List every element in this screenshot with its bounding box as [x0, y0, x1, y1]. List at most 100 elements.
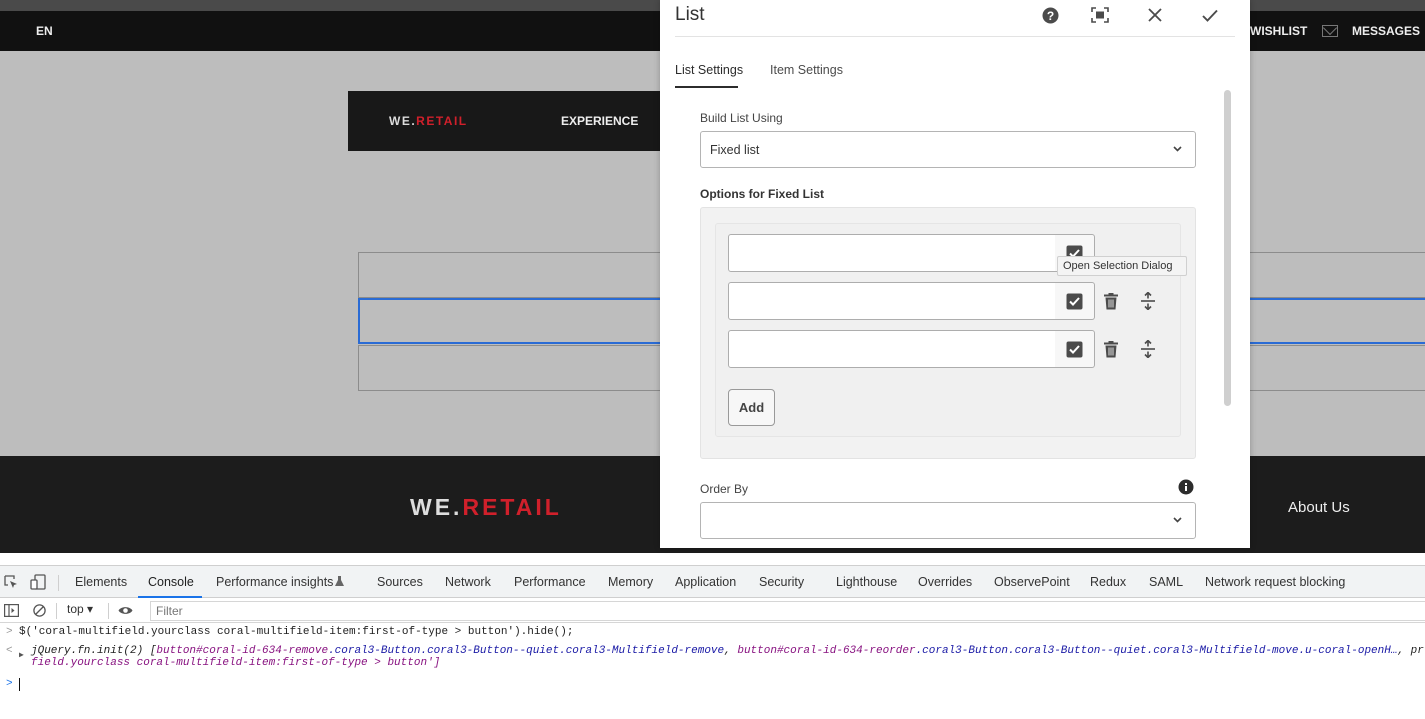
- order-by-select[interactable]: [700, 502, 1196, 539]
- wishlist-link[interactable]: WISHLIST: [1250, 24, 1307, 38]
- remove-item-button[interactable]: [1100, 338, 1122, 360]
- language-link[interactable]: EN: [36, 24, 53, 38]
- dialog-scrollbar[interactable]: [1224, 90, 1231, 406]
- move-icon: [1141, 292, 1155, 310]
- tab-elements[interactable]: Elements: [75, 575, 127, 589]
- site-logo[interactable]: WE.RETAIL: [389, 114, 468, 128]
- chevron-down-icon: [1173, 517, 1182, 523]
- checkmark-icon: [1202, 9, 1218, 22]
- output-class-2: .coral3-Button.coral3-Button--quiet.cora…: [915, 645, 1398, 657]
- output-class-1: .coral3-Button.coral3-Button--quiet.cora…: [328, 645, 725, 657]
- active-devtools-tab-indicator: [138, 596, 202, 598]
- input-prompt-icon: >: [6, 626, 13, 638]
- site-navbar: WE.RETAIL EXPERIENCE: [348, 91, 668, 151]
- logo-we: WE.: [389, 114, 417, 128]
- open-selection-button[interactable]: [1055, 282, 1095, 320]
- context-value: top: [67, 602, 84, 616]
- fixed-list-options: Add: [700, 207, 1196, 459]
- console-prompt-icon: >: [6, 678, 13, 690]
- reorder-item-button[interactable]: [1137, 290, 1159, 312]
- tab-saml[interactable]: SAML: [1149, 575, 1183, 589]
- svg-text:?: ?: [1046, 9, 1053, 23]
- nav-experience-link[interactable]: EXPERIENCE: [561, 114, 638, 128]
- console-filter-input[interactable]: [150, 601, 1425, 621]
- page-path-input[interactable]: [728, 234, 1056, 272]
- trash-icon: [1104, 340, 1118, 357]
- tab-redux[interactable]: Redux: [1090, 575, 1126, 589]
- tab-sources[interactable]: Sources: [377, 575, 423, 589]
- console-output: > $('coral-multifield.yourclass coral-mu…: [0, 624, 1425, 719]
- info-icon[interactable]: [1178, 479, 1194, 495]
- sidebar-toggle-icon[interactable]: [4, 604, 19, 617]
- selection-dialog-tooltip: Open Selection Dialog: [1057, 256, 1187, 276]
- chevron-down-icon: [1173, 146, 1182, 152]
- add-item-button[interactable]: Add: [728, 389, 775, 426]
- tab-performance-insights[interactable]: Performance insights: [216, 575, 333, 589]
- remove-item-button[interactable]: [1100, 290, 1122, 312]
- output-selector-1: button#coral-id-634-remove: [156, 645, 329, 657]
- fullscreen-icon: [1091, 7, 1109, 23]
- context-selector[interactable]: top ▾: [67, 602, 93, 616]
- move-icon: [1141, 340, 1155, 358]
- tab-security[interactable]: Security: [759, 575, 804, 589]
- console-toolbar: top ▾: [0, 599, 1425, 623]
- checkbox-icon: [1066, 341, 1083, 357]
- reorder-item-button[interactable]: [1137, 338, 1159, 360]
- tab-item-settings[interactable]: Item Settings: [770, 63, 843, 77]
- tab-console[interactable]: Console: [148, 575, 194, 589]
- devtools-panel: Elements Console Performance insights So…: [0, 565, 1425, 719]
- page-path-input[interactable]: [728, 282, 1056, 320]
- footer-logo-retail: RETAIL: [462, 494, 562, 520]
- console-output-line-2: field.yourclass coral-multifield-item:fi…: [31, 657, 441, 669]
- checkbox-icon: [1066, 293, 1083, 309]
- build-list-label: Build List Using: [700, 111, 783, 125]
- about-us-link[interactable]: About Us: [1288, 499, 1350, 516]
- dialog-title: List: [675, 4, 705, 25]
- tab-network[interactable]: Network: [445, 575, 491, 589]
- tab-overrides[interactable]: Overrides: [918, 575, 972, 589]
- help-button[interactable]: ?: [1039, 4, 1061, 26]
- close-icon: [1148, 8, 1162, 22]
- tab-lighthouse[interactable]: Lighthouse: [836, 575, 897, 589]
- output-prefix: jQuery.fn.init(2) [: [31, 645, 157, 657]
- flask-icon: [335, 576, 344, 586]
- output-return-icon: <: [6, 645, 13, 657]
- tab-application[interactable]: Application: [675, 575, 736, 589]
- expand-triangle-icon[interactable]: ▶: [19, 650, 24, 660]
- build-list-value: Fixed list: [710, 143, 760, 157]
- open-selection-button[interactable]: [1055, 330, 1095, 368]
- toolbar-separator: [56, 603, 57, 619]
- output-tail: , pr: [1397, 645, 1424, 657]
- console-output-line[interactable]: jQuery.fn.init(2) [button#coral-id-634-r…: [31, 645, 1424, 657]
- active-tab-indicator: [675, 86, 738, 88]
- inspect-element-icon[interactable]: [4, 575, 19, 590]
- footer-logo-we: WE.: [410, 494, 463, 520]
- devtools-tabbar: Elements Console Performance insights So…: [0, 566, 1425, 598]
- messages-link[interactable]: MESSAGES: [1352, 24, 1420, 38]
- footer-logo[interactable]: WE.RETAIL: [410, 494, 562, 521]
- fullscreen-button[interactable]: [1089, 4, 1111, 26]
- tab-list-settings[interactable]: List Settings: [675, 63, 743, 77]
- close-button[interactable]: [1144, 4, 1166, 26]
- options-heading: Options for Fixed List: [700, 187, 825, 201]
- header-divider: [675, 36, 1235, 37]
- tab-observepoint[interactable]: ObservePoint: [994, 575, 1070, 589]
- browser-window: EN WISHLIST MESSAGES WE.RETAIL EXPERIENC…: [0, 0, 1425, 719]
- envelope-icon: [1322, 25, 1338, 37]
- help-icon: ?: [1042, 7, 1058, 23]
- page-path-input[interactable]: [728, 330, 1056, 368]
- tab-performance[interactable]: Performance: [514, 575, 586, 589]
- tab-memory[interactable]: Memory: [608, 575, 653, 589]
- clear-console-icon[interactable]: [33, 604, 46, 617]
- list-dialog: List ? List Settings Item Settings Build…: [660, 0, 1250, 548]
- device-toolbar-icon[interactable]: [30, 574, 46, 590]
- toolbar-separator: [108, 603, 109, 619]
- trash-icon: [1104, 292, 1118, 309]
- tab-network-request-blocking[interactable]: Network request blocking: [1205, 575, 1345, 589]
- console-input-line: $('coral-multifield.yourclass coral-mult…: [19, 626, 574, 638]
- console-input-cursor[interactable]: [19, 678, 20, 691]
- done-button[interactable]: [1199, 4, 1221, 26]
- logo-retail: RETAIL: [416, 114, 468, 128]
- build-list-select[interactable]: Fixed list: [700, 131, 1196, 168]
- eye-icon[interactable]: [118, 605, 133, 616]
